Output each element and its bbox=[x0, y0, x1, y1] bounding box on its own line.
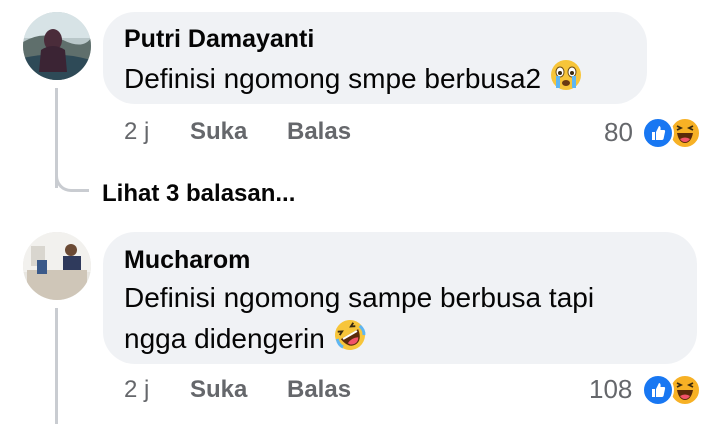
comment-time[interactable]: 2 j bbox=[124, 118, 149, 146]
comment-text: Definisi ngomong smpe berbusa2 bbox=[124, 58, 583, 103]
thread-connector bbox=[55, 168, 89, 192]
view-replies-link[interactable]: Lihat 3 balasan... bbox=[102, 180, 295, 208]
comment-text-line: Definisi ngomong sampe berbusa tapi bbox=[124, 282, 595, 313]
comment-author[interactable]: Mucharom bbox=[124, 246, 250, 275]
like-button[interactable]: Suka bbox=[190, 118, 247, 146]
comment-text-content: ngga didengerin bbox=[124, 322, 325, 354]
like-reaction-icon[interactable] bbox=[642, 117, 674, 149]
crying-face-emoji bbox=[549, 58, 583, 103]
avatar-putri[interactable] bbox=[23, 12, 91, 80]
reply-button[interactable]: Balas bbox=[287, 118, 351, 146]
avatar-mucharom[interactable] bbox=[23, 232, 91, 300]
reply-button[interactable]: Balas bbox=[287, 376, 351, 404]
comment-text-content: Definisi ngomong smpe berbusa2 bbox=[124, 62, 542, 94]
reaction-count[interactable]: 108 bbox=[589, 374, 632, 405]
like-button[interactable]: Suka bbox=[190, 376, 247, 404]
thread-line bbox=[55, 308, 58, 424]
rolling-laughing-emoji bbox=[333, 318, 367, 363]
reaction-count[interactable]: 80 bbox=[604, 117, 633, 148]
like-reaction-icon[interactable] bbox=[642, 374, 674, 406]
comment-author[interactable]: Putri Damayanti bbox=[124, 25, 314, 54]
comment-text-line: ngga didengerin bbox=[124, 318, 367, 363]
comment-time[interactable]: 2 j bbox=[124, 376, 149, 404]
